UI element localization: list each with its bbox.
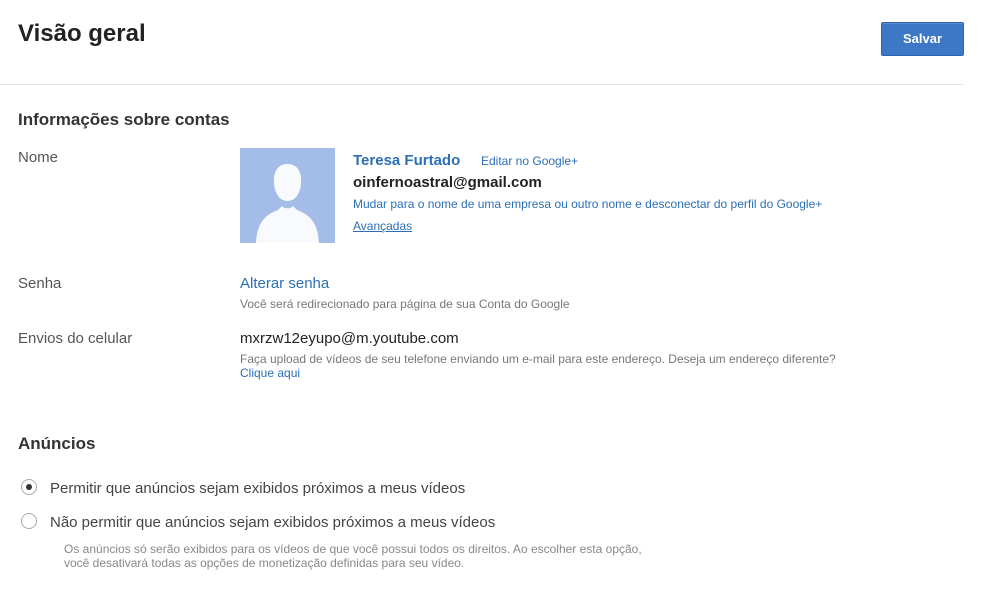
account-display-name: Teresa Furtado [353,152,461,169]
disallow-ads-radio[interactable] [21,513,37,529]
page-title: Visão geral [18,20,146,47]
click-here-link[interactable]: Clique aqui [240,366,300,380]
allow-ads-radio[interactable] [21,479,37,495]
ads-section-title: Anúncios [18,434,96,453]
radio-selected-dot [26,484,32,490]
save-button[interactable]: Salvar [881,22,964,56]
mobile-uploads-label: Envios do celular [18,330,133,347]
mobile-upload-hint: Faça upload de vídeos de seu telefone en… [240,352,836,366]
header-divider [0,84,964,85]
password-hint: Você será redirecionado para página de s… [240,297,570,311]
password-label: Senha [18,275,62,292]
ads-note-line-1: Os anúncios só serão exibidos para os ví… [64,542,642,556]
switch-to-business-name-link[interactable]: Mudar para o nome de uma empresa ou outr… [353,197,822,211]
allow-ads-label[interactable]: Permitir que anúncios sejam exibidos pró… [50,480,465,497]
avatar [240,148,335,243]
disallow-ads-label[interactable]: Não permitir que anúncios sejam exibidos… [50,514,495,531]
ads-note-line-2: você desativará todas as opções de monet… [64,556,465,570]
change-password-link[interactable]: Alterar senha [240,275,329,292]
person-silhouette-icon [240,148,335,243]
name-label: Nome [18,149,59,166]
account-section-title: Informações sobre contas [18,110,230,129]
mobile-upload-address: mxrzw12eyupo@m.youtube.com [240,330,459,347]
account-email: oinfernoastral@gmail.com [353,174,542,191]
edit-in-google-plus-link[interactable]: Editar no Google+ [481,154,578,168]
advanced-link[interactable]: Avançadas [353,219,412,233]
